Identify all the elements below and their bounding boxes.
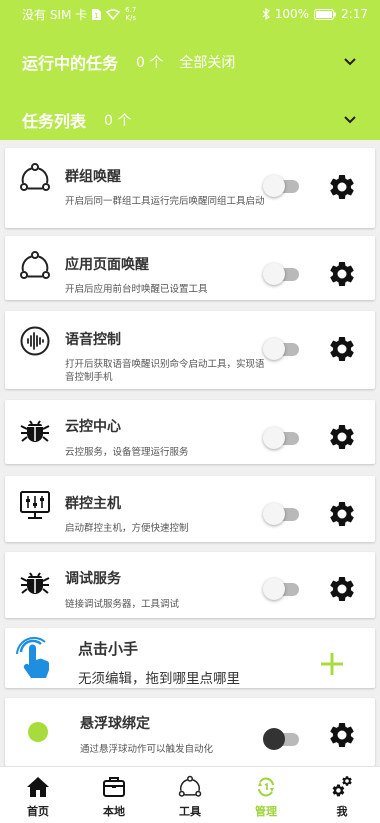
card-tap-hand[interactable]: 点击小手 无须编辑，拖到哪里点哪里 [5,628,375,688]
share-nodes-icon [20,163,50,191]
status-bar: 没有 SIM 卡 1 6.7 K/s 100% 2:17 [0,0,380,28]
tab-label: 首页 [27,805,49,818]
gear-icon[interactable] [327,574,357,604]
gear-icon[interactable] [327,422,357,452]
carrier-text: 没有 SIM 卡 [22,7,88,22]
tab-tools[interactable]: 工具 [152,767,228,823]
net-speed: 6.7 K/s [125,6,137,22]
card-title: 语音控制 [65,332,121,348]
clock: 2:17 [341,7,368,21]
tab-label: 我 [336,805,348,818]
card-floating-ball[interactable]: 悬浮球绑定 通过悬浮球动作可以触发自动化 [5,698,375,766]
bluetooth-icon [262,8,270,20]
card-app-page-wake[interactable]: 应用页面唤醒 开启后应用前台时唤醒已设置工具 [5,236,375,300]
battery-percent: 100% [274,7,310,21]
wifi-icon [106,8,121,20]
gear-icon[interactable] [327,720,357,750]
card-desc: 通过悬浮球动作可以触发自动化 [80,744,214,755]
header: 没有 SIM 卡 1 6.7 K/s 100% 2:17 运行中的任务 0 个 … [0,0,380,140]
sim-icon: 1 [92,8,102,20]
svg-text:1: 1 [94,12,98,20]
card-group-wake[interactable]: 群组唤醒 开启后同一群组工具运行完后唤醒同组工具启动 [5,148,375,228]
share-nodes-icon [178,775,202,797]
bottom-tab-bar: 首页 本地 工具 管理 我 [0,766,380,823]
card-title: 悬浮球绑定 [80,716,150,732]
gear-icon[interactable] [327,499,357,529]
chevron-down-icon[interactable] [342,54,358,70]
card-desc: 无须编辑，拖到哪里点哪里 [78,671,240,687]
home-icon [27,777,49,797]
plus-icon[interactable] [319,651,345,677]
floating-ball-toggle[interactable] [263,728,301,750]
refresh-icon [258,777,274,797]
voice-wave-icon [20,326,50,356]
card-desc: 开启后同一群组工具运行完后唤醒同组工具启动 [65,196,265,207]
card-debug-service[interactable]: 调试服务 链接调试服务器，工具调试 [5,552,375,618]
gears-icon [332,776,352,797]
group-host-toggle[interactable] [263,503,301,525]
group-wake-toggle[interactable] [263,175,301,197]
card-title: 点击小手 [78,640,139,658]
tap-hand-icon [16,637,50,678]
task-list-count: 0 个 [104,113,132,129]
tab-label: 本地 [103,805,125,818]
tab-home[interactable]: 首页 [0,767,76,823]
green-dot-icon [28,722,48,742]
tab-manage[interactable]: 管理 [228,767,304,823]
bug-icon [20,420,50,442]
running-tasks-row[interactable]: 运行中的任务 0 个 全部关闭 [0,42,380,82]
task-list-title: 任务列表 [22,112,87,131]
monitor-sliders-icon [20,491,50,519]
share-nodes-icon [20,251,50,279]
card-title: 云控中心 [65,419,121,435]
briefcase-icon [103,777,125,797]
card-desc: 开启后应用前台时唤醒已设置工具 [65,284,208,295]
gear-icon[interactable] [327,334,357,364]
card-desc: 链接调试服务器，工具调试 [65,599,180,610]
tab-label: 工具 [179,805,201,818]
tab-me[interactable]: 我 [304,767,380,823]
gear-icon[interactable] [327,259,357,289]
card-desc: 启动群控主机，方便快速控制 [65,523,189,534]
gear-icon[interactable] [327,172,357,202]
card-title: 调试服务 [65,571,121,587]
battery-icon [314,8,337,20]
card-desc: 打开后获取语音唤醒识别命令启动工具，实现语音控制手机 [65,359,265,383]
card-desc: 云控服务，设备管理运行服务 [65,447,189,458]
card-title: 群组唤醒 [65,169,121,185]
card-title: 应用页面唤醒 [65,257,149,273]
chevron-down-icon[interactable] [342,112,358,128]
close-all-button[interactable]: 全部关闭 [179,52,235,72]
bug-icon [20,572,50,594]
card-voice-control[interactable]: 语音控制 打开后获取语音唤醒识别命令启动工具，实现语音控制手机 [5,311,375,389]
card-title: 群控主机 [65,496,121,512]
tab-local[interactable]: 本地 [76,767,152,823]
card-group-host[interactable]: 群控主机 启动群控主机，方便快速控制 [5,476,375,542]
debug-service-toggle[interactable] [263,578,301,600]
running-tasks-count: 0 个 [136,55,164,71]
tab-label: 管理 [255,805,277,818]
cloud-control-toggle[interactable] [263,427,301,449]
app-page-wake-toggle[interactable] [263,263,301,285]
voice-control-toggle[interactable] [263,338,301,360]
running-tasks-title: 运行中的任务 [22,54,119,73]
task-list-row[interactable]: 任务列表 0 个 [0,100,380,140]
card-cloud-control[interactable]: 云控中心 云控服务，设备管理运行服务 [5,400,375,464]
